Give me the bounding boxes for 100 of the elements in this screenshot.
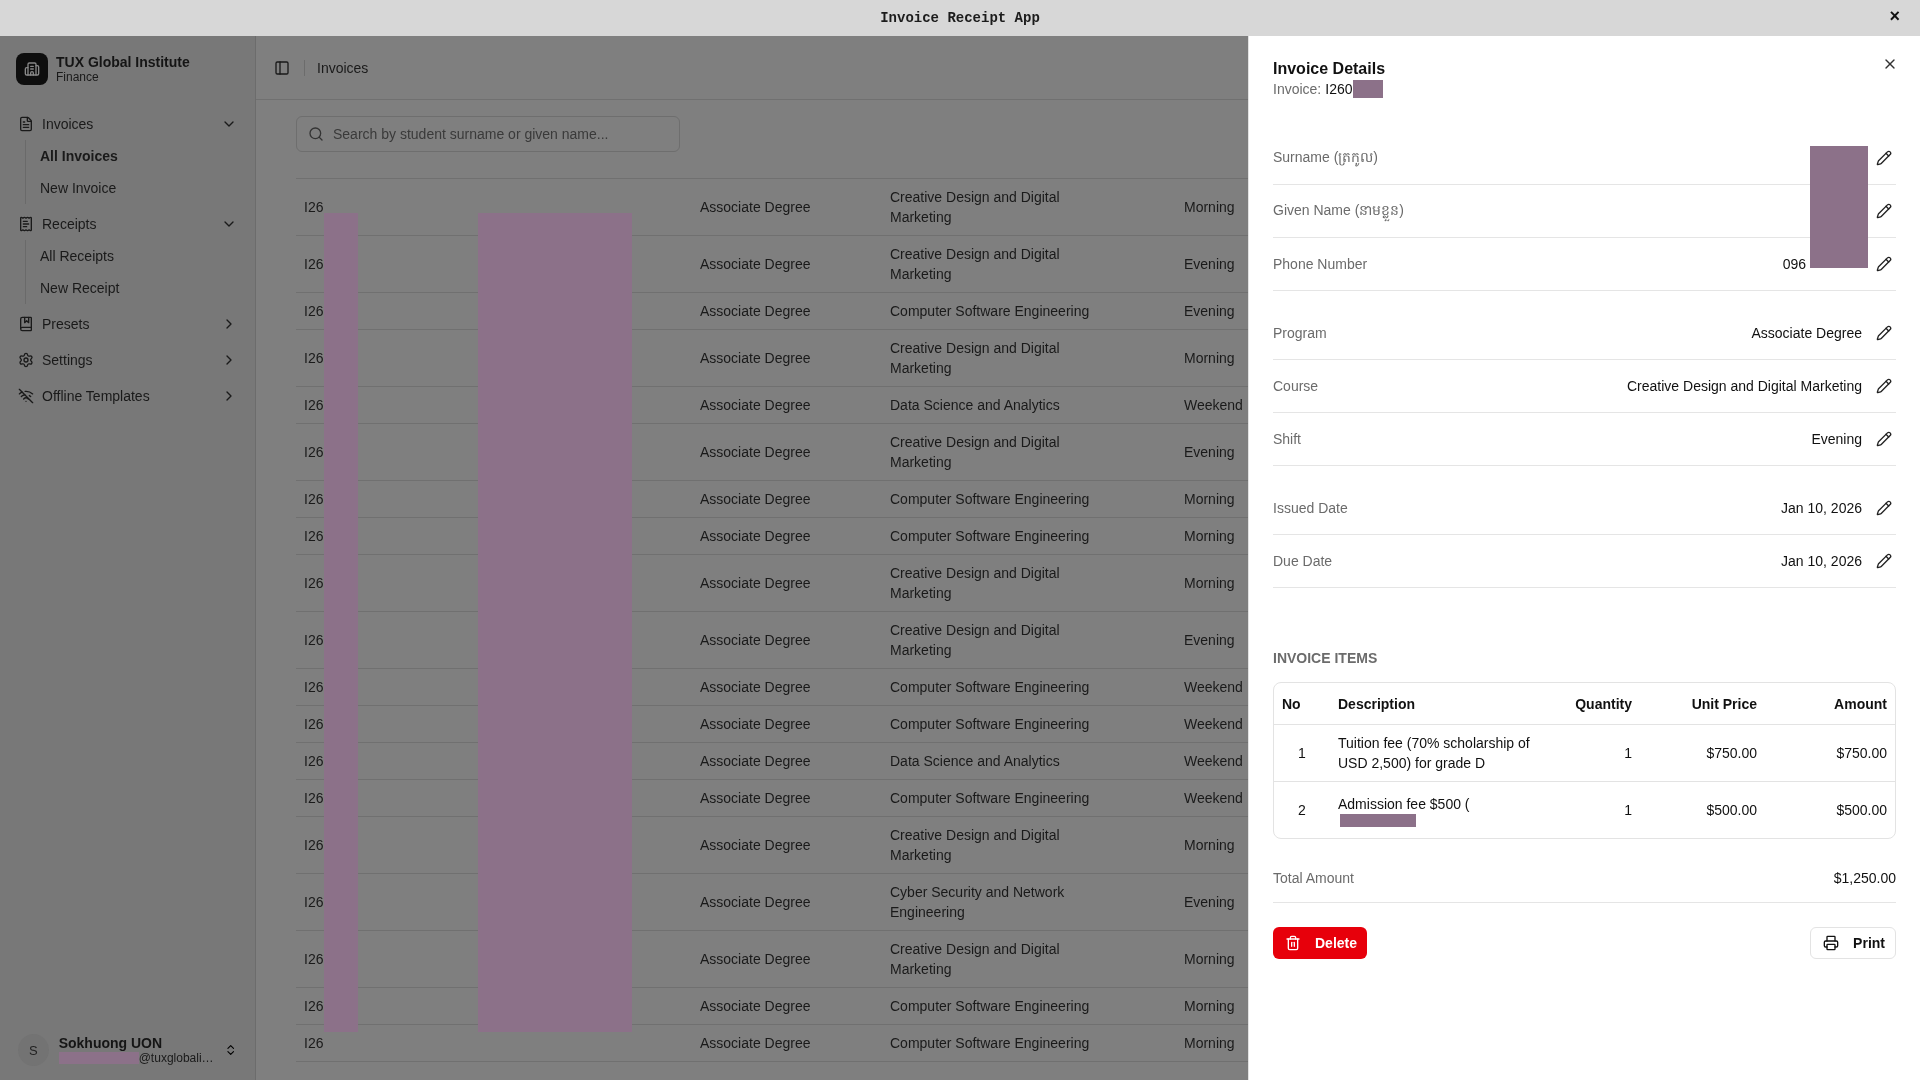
table-cell-text: Morning [1183, 490, 1236, 509]
table-cell-text: Associate Degree [699, 789, 812, 808]
table-cell-text: I26 [303, 715, 325, 734]
field-label: Given Name (នាមខ្លួន) [1273, 200, 1872, 222]
table-cell-text: I26 [303, 752, 325, 771]
table-cell-text: Associate Degree [699, 752, 812, 771]
table-cell-text: Admission fee $500 ( [1338, 794, 1471, 814]
panel-title: Invoice Details [1273, 60, 1386, 78]
table-cell-text: Evening [1183, 443, 1236, 462]
table-cell-text: Associate Degree [699, 893, 812, 912]
org-name: TUX Global Institute [56, 54, 190, 70]
table-cell-text: Associate Degree [699, 490, 812, 509]
table-cell-text: Evening [1183, 893, 1236, 912]
table-cell-text: I26 [303, 950, 325, 969]
window-title: Invoice Receipt App [880, 10, 1040, 26]
table-cell-text: Morning [1183, 527, 1236, 546]
org-subtitle: Finance [56, 70, 100, 84]
field-label: Program [1273, 325, 1328, 341]
sidebar-item[interactable]: Invoices [8, 108, 247, 140]
field-label: Surname (ត្រកូល) [1273, 147, 1380, 169]
table-cell-text: Creative Design and Digital Marketing [889, 433, 1061, 472]
delete-button[interactable]: Delete [1273, 927, 1368, 959]
table-cell-text: Associate Degree [699, 396, 812, 415]
table-cell-text: $750.00 [1705, 744, 1758, 763]
table-cell-text: I26 [303, 396, 325, 415]
table-cell-text: Associate Degree [699, 715, 812, 734]
table-cell-text: I26 [303, 198, 325, 217]
table-cell-text: Creative Design and Digital Marketing [889, 245, 1061, 284]
table-cell-text: Associate Degree [699, 527, 812, 546]
user-email: @tuxglobali… [138, 1051, 214, 1065]
table-cell-text: Associate Degree [699, 1034, 812, 1053]
table-cell-text: I26 [303, 997, 325, 1016]
sidebar-subitem[interactable]: New Invoice [32, 172, 247, 204]
field-label: Phone Number [1273, 256, 1369, 272]
table-cell-text: I26 [303, 527, 325, 546]
sidebar-subitem[interactable]: All Invoices [32, 140, 247, 172]
user-name: Sokhuong UON [58, 1035, 164, 1051]
table-cell-text: Weekend [1183, 715, 1244, 734]
pencil-icon [1876, 553, 1892, 569]
pencil-icon [1876, 431, 1892, 447]
sidebar-subitem[interactable]: New Receipt [32, 272, 247, 304]
search-field[interactable]: Search by student surname or given name... [296, 116, 680, 152]
table-cell-text: I26 [303, 789, 325, 808]
printer-icon [1823, 935, 1840, 951]
sidebar-item[interactable]: Offline Templates [8, 380, 247, 412]
field-value: Jan 10, 2026 [1781, 500, 1862, 516]
table-cell-text: I26 [303, 490, 325, 509]
building-icon [24, 61, 40, 77]
table-cell-text: I26 [303, 574, 325, 593]
trash-icon [1285, 935, 1301, 951]
user-menu[interactable]: S Sokhuong UON @tuxglobali… [8, 1030, 247, 1070]
table-cell-text: Associate Degree [699, 631, 812, 650]
table-cell-text: Computer Software Engineering [889, 1034, 1091, 1053]
print-button[interactable]: Print [1810, 927, 1896, 959]
table-cell-text: Computer Software Engineering [889, 789, 1091, 808]
field-label: Shift [1273, 431, 1302, 447]
table-cell-text: $500.00 [1835, 801, 1888, 820]
breadcrumb: Invoices [317, 59, 369, 76]
table-cell-text: Weekend [1183, 396, 1244, 415]
table-cell-text: Associate Degree [699, 997, 812, 1016]
table-cell-text: Associate Degree [699, 255, 812, 274]
table-cell-text: Computer Software Engineering [889, 678, 1091, 697]
table-cell-text: Morning [1183, 198, 1236, 217]
table-cell-text: I26 [303, 302, 325, 321]
sidebar-subitem[interactable]: All Receipts [32, 240, 247, 272]
table-cell-text: $750.00 [1835, 744, 1888, 763]
pencil-icon [1876, 378, 1892, 394]
field-label: Due Date [1273, 553, 1334, 569]
sidebar-item[interactable]: Receipts [8, 208, 247, 240]
document-icon [18, 116, 34, 132]
field-label: Course [1273, 378, 1320, 394]
avatar: S [18, 1034, 49, 1066]
table-cell-text: Evening [1183, 631, 1236, 650]
table-cell-text: Tuition fee (70% scholarship of USD 2,500) for grade D [1338, 734, 1531, 773]
invoice-label: Invoice: [1273, 81, 1322, 97]
table-cell-text: Evening [1183, 255, 1236, 274]
column-header: Amount [1833, 694, 1888, 714]
field-value: 096 [1782, 256, 1806, 272]
table-cell-text: I26 [303, 1034, 325, 1053]
sidebar-item[interactable]: Presets [8, 308, 247, 340]
close-button[interactable]: × [1885, 6, 1904, 27]
column-header: Quantity [1574, 694, 1633, 714]
invoice-number: I260 [1325, 81, 1353, 97]
table-cell-text: Creative Design and Digital Marketing [889, 339, 1061, 378]
table-cell-text: Weekend [1183, 752, 1244, 771]
table-cell-text: I26 [303, 255, 325, 274]
panel-icon [274, 59, 290, 76]
table-cell-text: Associate Degree [699, 302, 812, 321]
table-cell-text: I26 [303, 836, 325, 855]
table-cell-text: Computer Software Engineering [889, 490, 1091, 509]
table-cell-text: $500.00 [1705, 801, 1758, 820]
table-cell-text: Morning [1183, 1034, 1236, 1053]
sidebar-item[interactable]: Settings [8, 344, 247, 376]
table-cell-text: Morning [1183, 574, 1236, 593]
column-header: Unit Price [1690, 694, 1758, 714]
table-cell-text: Associate Degree [699, 443, 812, 462]
field-value: Evening [1811, 431, 1862, 447]
column-header: No [1281, 694, 1302, 714]
table-cell-text: Morning [1183, 950, 1236, 969]
table-cell-text: Morning [1183, 997, 1236, 1016]
